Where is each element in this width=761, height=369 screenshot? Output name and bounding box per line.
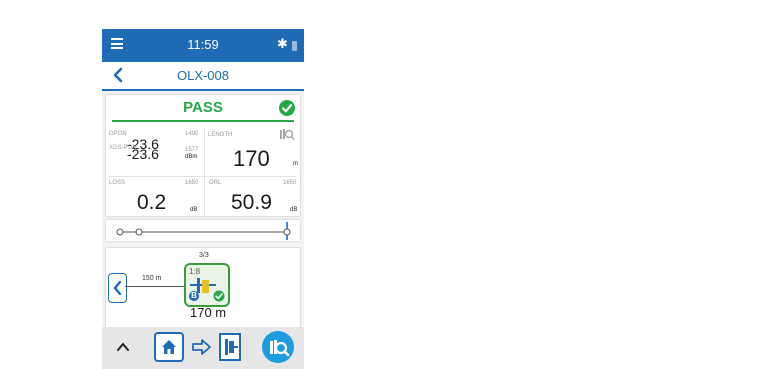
loss-wavelength: 1650: [185, 180, 199, 186]
page-title: OLX-008: [176, 68, 230, 83]
link-overview-slider[interactable]: [106, 220, 300, 241]
xgspon-power-value: -23.6: [127, 146, 159, 162]
check-circle-icon: [213, 290, 225, 302]
bottom-toolbar: [102, 327, 304, 369]
column-divider-2: [204, 177, 205, 215]
title-bar: OLX-008: [102, 62, 304, 91]
power-unit: dBm: [185, 154, 198, 160]
magnifier-icon[interactable]: [279, 127, 295, 141]
xgspon-wavelength: 1577: [185, 147, 199, 153]
gpon-label: GPON: [109, 131, 127, 137]
column-divider: [204, 128, 205, 176]
element-counter: 3/3: [199, 252, 209, 259]
battery-icon: [292, 41, 297, 51]
loss-unit: dB: [190, 207, 198, 213]
orl-label: ORL: [209, 180, 222, 186]
slider-graphic[interactable]: [106, 220, 300, 241]
element-icon: [225, 339, 238, 355]
loss-value: 0.2: [137, 191, 167, 214]
check-circle-icon: [279, 100, 295, 116]
zoom-fiber-icon: [270, 340, 290, 357]
orl-unit: dB: [290, 207, 298, 213]
element-view-button[interactable]: [219, 333, 241, 361]
element-distance: 170 m: [190, 305, 227, 320]
clock: 11:59: [187, 37, 219, 52]
length-unit: m: [293, 161, 298, 167]
length-value: 170: [233, 146, 270, 171]
zoom-fiber-button[interactable]: [262, 331, 294, 363]
badge-b: B: [189, 291, 199, 301]
home-icon: [162, 340, 176, 354]
link-view: 3/3 150 m 1:8 B 170 m: [106, 248, 300, 330]
gpon-wavelength: 1490: [185, 131, 199, 137]
result-card: PASS GPON -23.6 1490 XGS-PON -23.6 1577 …: [106, 95, 300, 216]
segment-length: 150 m: [142, 275, 162, 282]
status-bar: 11:59 ✱: [102, 29, 304, 62]
chevron-left-icon: [113, 280, 122, 296]
app-screen: 11:59 ✱ OLX-008 PASS GPON -23.6 1490 XGS…: [102, 29, 304, 369]
home-button[interactable]: [154, 332, 184, 362]
bluetooth-icon: ✱: [277, 36, 288, 51]
pass-status: PASS: [183, 99, 223, 116]
length-label: LENGTH: [208, 132, 233, 138]
orl-value: 50.9: [231, 191, 272, 214]
splitter-element[interactable]: 1:8 B: [184, 263, 230, 307]
arrow-right-icon[interactable]: [191, 337, 213, 357]
orl-wavelength: 1650: [283, 180, 297, 186]
fiber-segment: [125, 286, 184, 287]
loss-label: LOSS: [109, 180, 126, 186]
row-divider: [109, 176, 297, 177]
chevron-up-icon[interactable]: [115, 340, 131, 354]
prev-element-button[interactable]: [108, 273, 127, 303]
pass-underline: [112, 120, 294, 122]
